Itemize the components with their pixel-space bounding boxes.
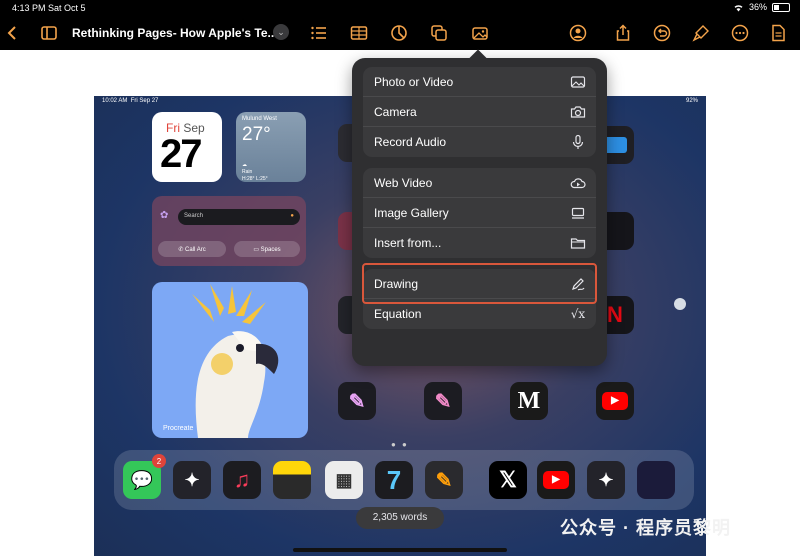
mic-icon [572,134,584,149]
menu-item-insert-from[interactable]: Insert from... [363,228,596,258]
app-icon-pencil: ✎ [425,461,463,499]
list-icon[interactable] [308,22,330,44]
status-right: 36% [733,2,790,12]
calendar-day: 27 [160,132,202,176]
word-count[interactable]: 2,305 words [356,507,444,529]
app-icon-youtube: ▶ [596,382,634,420]
shapes-icon[interactable] [428,22,450,44]
menu-item-camera[interactable]: Camera [363,97,596,127]
status-bar: 4:13 PM Sat Oct 5 36% [0,0,800,16]
sidebar-icon[interactable] [38,22,60,44]
insert-media-popover: Photo or Video Camera Record Audio Web V… [352,49,607,366]
spaces-button: ▭ Spaces [234,241,300,257]
folder-icon [570,238,586,249]
menu-item-image-gallery[interactable]: Image Gallery [363,198,596,228]
home-indicator[interactable] [293,548,507,552]
app-icon-procreate-pocket: ✎ [424,382,462,420]
app-icon-procreate: ✎ [338,382,376,420]
camera-icon [570,106,586,118]
app-icon-notes [273,461,311,499]
app-icon-seven: 7 [375,461,413,499]
call-arc-button: ✆ Call Arc [158,241,226,257]
share-icon[interactable] [612,22,634,44]
collaborate-icon[interactable] [567,22,589,44]
status-date: Sat Oct 5 [48,3,86,13]
title-chevron-icon[interactable]: ⌄ [273,24,289,40]
watermark-right: 公众号 · 程序员黎明 [560,518,731,538]
format-brush-icon[interactable] [690,22,712,44]
more-icon[interactable] [729,22,751,44]
battery-icon [772,2,790,12]
document-icon[interactable] [767,22,789,44]
document-title[interactable]: Rethinking Pages- How Apple's Te... [72,26,278,40]
mic-icon: ● [290,213,294,219]
status-time: 4:13 PM [12,3,46,13]
menu-item-photo-or-video[interactable]: Photo or Video [363,67,596,97]
app-icon-calculator: ▦ [325,461,363,499]
battery-percent: 36% [748,2,767,12]
menu-item-record-audio[interactable]: Record Audio [363,127,596,157]
gallery-icon [571,207,585,219]
calendar-widget: Fri Sep 27 [152,112,222,182]
menu-group-insert: Web Video Image Gallery Insert from... [363,168,596,258]
drawing-highlight-box [362,263,597,304]
shot-battery: 92% [685,98,698,104]
toolbar: Rethinking Pages- How Apple's Te... ⌄ [0,16,800,50]
app-icon-medium: M [510,382,548,420]
arc-widget: ✿ Search ● ✆ Call Arc ▭ Spaces [152,196,306,266]
app-icon-freeform: ✦ [173,461,211,499]
shot-status-left: 10:02 AM Fri Sep 27 [102,98,159,104]
menu-group-capture: Photo or Video Camera Record Audio [363,67,596,157]
chart-icon[interactable] [388,22,410,44]
arc-logo-icon: ✿ [160,210,169,221]
app-icon-freeform-2: ✦ [587,461,625,499]
app-icon-folder [637,461,675,499]
media-icon[interactable] [469,22,491,44]
wifi-icon [734,4,743,11]
page-dots: ● ● [391,440,409,449]
messages-badge: 2 [152,454,166,468]
undo-icon[interactable] [651,22,673,44]
cockatoo-illustration [192,284,279,438]
back-icon[interactable] [2,22,24,44]
watermark-left: 大数跨境 [6,536,55,550]
app-icon-x: 𝕏 [489,461,527,499]
app-icon-youtube-dock: ▶ [537,461,575,499]
procreate-widget: Procreate [152,282,308,438]
image-resize-handle[interactable] [674,298,686,310]
app-icon-music: ♫ [223,461,261,499]
weather-widget: Mulund West 27° ☁ Rain H:28° L:25° [236,112,306,182]
cloud-play-icon [570,178,586,189]
equation-icon: √x [570,307,586,321]
photo-icon [570,76,586,88]
table-icon[interactable] [348,22,370,44]
menu-item-web-video[interactable]: Web Video [363,168,596,198]
arc-search: Search ● [178,209,300,225]
